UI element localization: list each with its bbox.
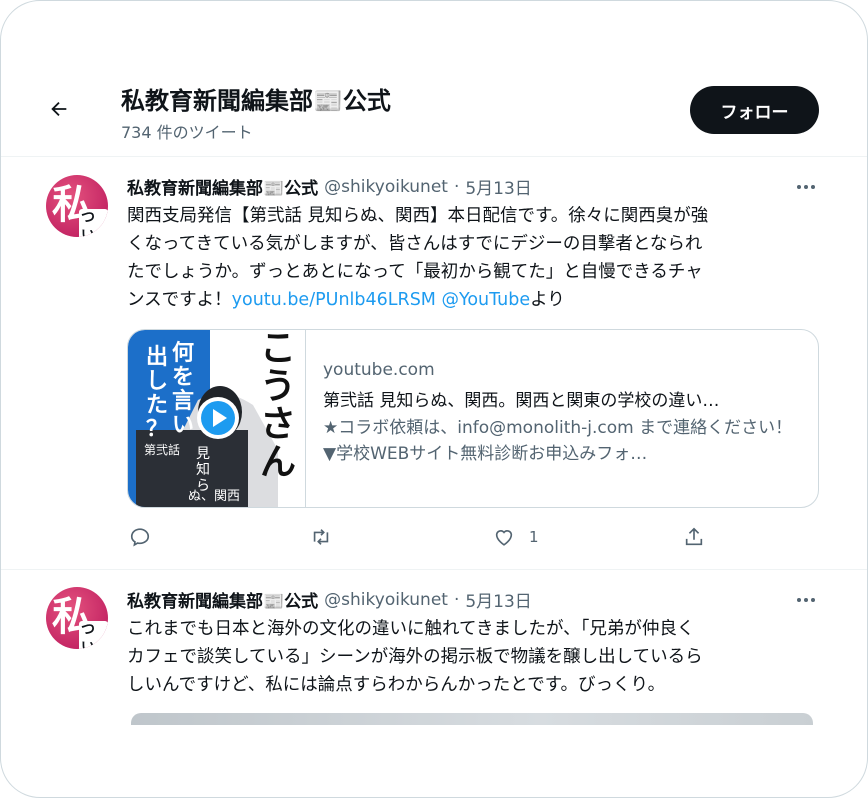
like-button[interactable]: 1 [493,526,539,548]
reply-icon [130,528,150,547]
avatar[interactable]: 私 ついい [46,587,108,649]
avatar[interactable]: 私 ついい [46,175,108,237]
tweet-date[interactable]: 5月13日 [465,174,531,199]
back-button[interactable] [41,91,77,127]
tweet-actions: 1 [127,526,727,552]
tweet-link[interactable]: youtu.be/PUnlb46LRSM [232,290,436,310]
svg-text:を: を [172,365,194,390]
tweet-meta: 私教育新聞編集部📰公式 @shikyoikunet · 5月13日 [127,174,532,200]
heart-icon [495,530,513,546]
svg-text:ん: ん [260,441,296,483]
page-title: 私教育新聞編集部📰公式 [121,87,391,115]
author-name[interactable]: 私教育新聞編集部📰公式 [127,174,318,199]
svg-text:出: 出 [146,345,168,370]
tweet[interactable]: 私 ついい 私教育新聞編集部📰公式 @shikyoikunet · 5月13日 … [1,570,867,797]
more-button[interactable] [791,175,821,199]
tweet-meta: 私教育新聞編集部📰公式 @shikyoikunet · 5月13日 [127,587,532,613]
svg-text:さ: さ [260,403,296,445]
app-window: 私教育新聞編集部📰公式 734 件のツイート フォロー 私 ついい 私教育新聞編… [0,0,868,798]
profile-header: 私教育新聞編集部📰公式 734 件のツイート フォロー [1,1,867,157]
tweet-text: これまでも日本と海外の文化の違いに触れてきましたが、「兄弟が仲良く カフェで談笑… [127,619,703,695]
svg-text:知: 知 [196,461,210,478]
arrow-left-icon [51,101,67,117]
share-button[interactable] [683,526,705,548]
svg-text:し: し [146,369,168,394]
card-description: ★コラボ依頼は、info@monolith-j.com まで連絡ください！▼学校… [323,418,793,464]
tweet-count: 734 件のツイート [121,123,253,142]
svg-text:う: う [260,365,296,407]
mention-link[interactable]: @YouTube [441,290,530,310]
share-icon [685,527,703,546]
more-horizontal-icon [797,185,801,189]
follow-button[interactable]: フォロー [690,86,819,134]
card-domain: youtube.com [323,360,435,380]
tweet-date[interactable]: 5月13日 [465,587,531,612]
svg-text:い: い [172,413,194,438]
svg-text:見: 見 [196,446,210,462]
more-horizontal-icon [797,598,801,602]
card-title: 第弐話 見知らぬ、関西。関西と関東の学校の違い… [323,391,720,411]
tweet-media-preview[interactable] [131,713,813,725]
card-body: youtube.com 第弐話 見知らぬ、関西。関西と関東の学校の違い… ★コラ… [323,360,803,467]
play-icon[interactable] [196,396,240,440]
like-count: 1 [529,528,539,546]
meta-separator: · [453,589,460,610]
retweet-button[interactable] [309,526,333,548]
tweet[interactable]: 私 ついい 私教育新聞編集部📰公式 @shikyoikunet · 5月13日 … [1,156,867,569]
svg-text:ぬ、関西: ぬ、関西 [188,489,240,504]
author-handle[interactable]: @shikyoikunet [324,177,448,197]
svg-text:こ: こ [260,330,296,369]
svg-text:何: 何 [172,340,194,366]
svg-text:言: 言 [172,388,194,414]
svg-text:た: た [146,393,168,418]
svg-text:？: ？ [146,417,168,442]
tweet-text: 関西支局発信【第弐話 見知らぬ、関西】本日配信です。徐々に関西臭が強 くなってき… [127,206,709,310]
card-thumbnail: こ う さ ん 何 を 言 い 出 し た ？ 第弐話 見 知 ら ぬ、関西 [128,330,306,507]
more-button[interactable] [791,588,821,612]
reply-button[interactable] [129,526,151,548]
link-card[interactable]: こ う さ ん 何 を 言 い 出 し た ？ 第弐話 見 知 ら ぬ、関西 y… [127,329,819,508]
retweet-icon [313,529,329,545]
svg-text:第弐話: 第弐話 [144,442,180,457]
author-handle[interactable]: @shikyoikunet [324,590,448,610]
meta-separator: · [453,176,460,197]
author-name[interactable]: 私教育新聞編集部📰公式 [127,587,318,612]
